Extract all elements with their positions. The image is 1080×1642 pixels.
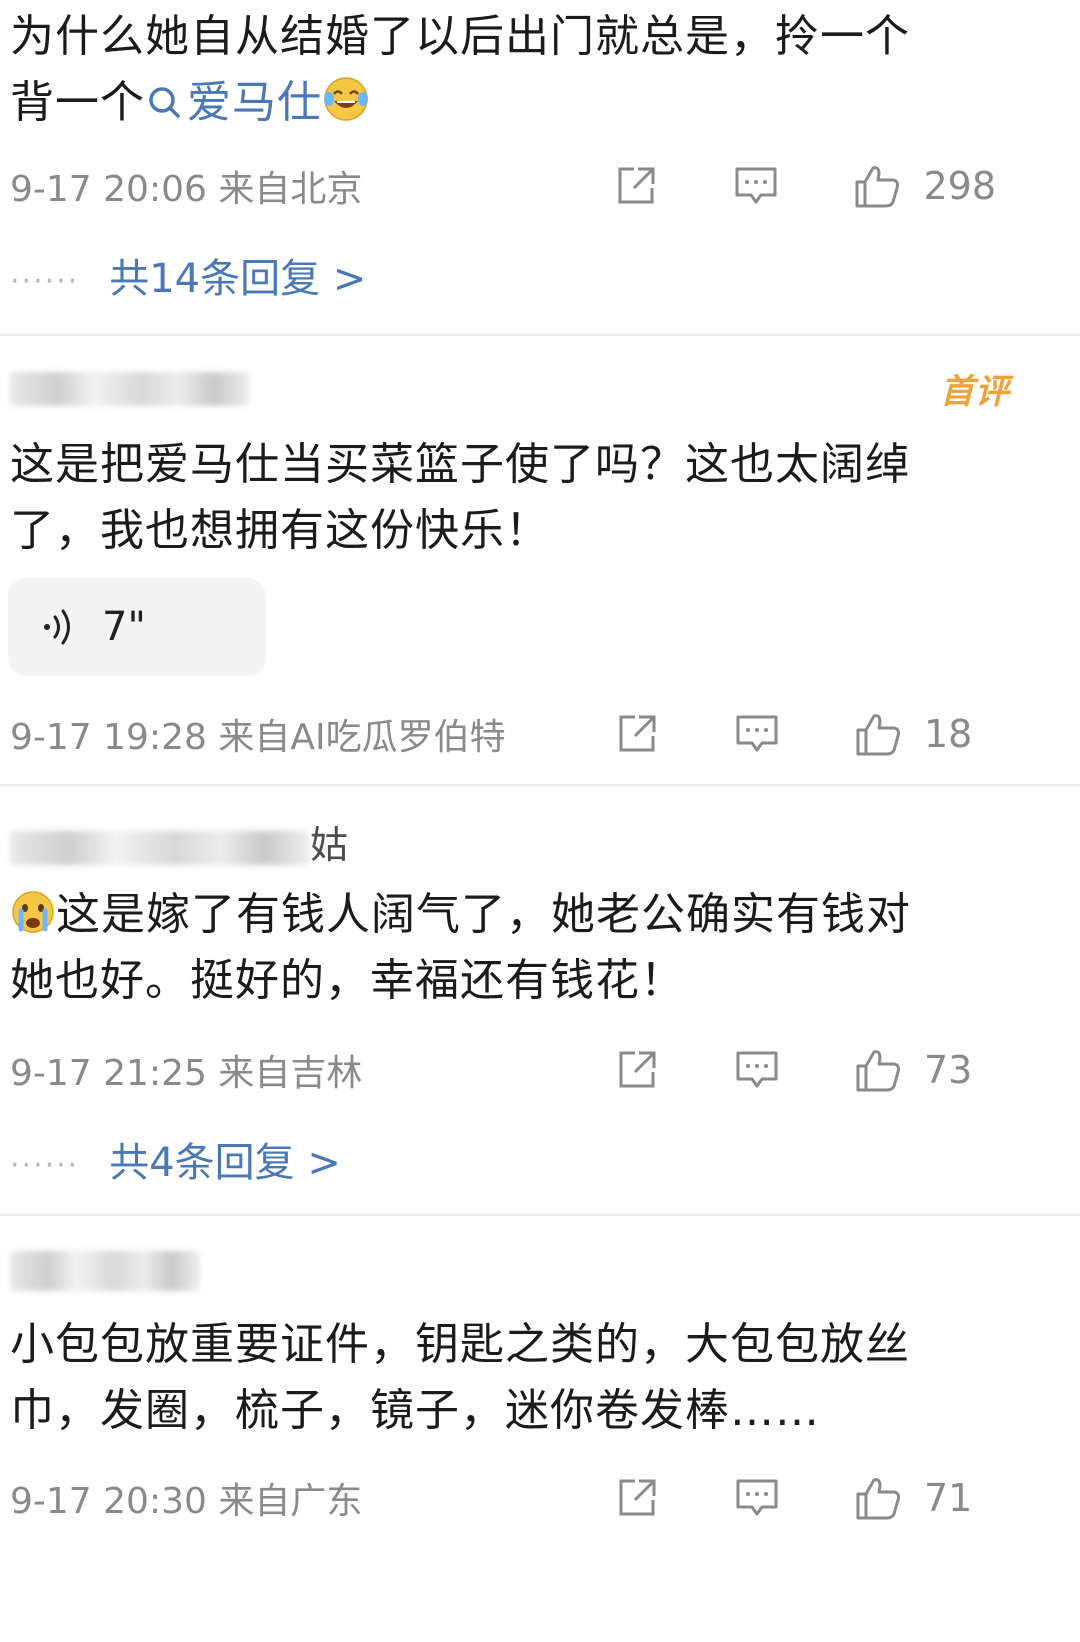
comment-icon — [736, 715, 778, 752]
comment-line: 这是把爱马仕当买菜篮子使了吗？这也太阔绰 — [10, 439, 910, 490]
comment-text: 为什么她自从结婚了以后出门就总是，拎一个 背一个 爱马仕 — [10, 4, 1010, 136]
username[interactable] — [10, 364, 250, 408]
thumbs-up-icon — [856, 1050, 900, 1092]
username-visible-char: 姑 — [310, 823, 349, 867]
share-icon — [619, 1479, 656, 1516]
like-count: 73 — [924, 1048, 973, 1092]
comment-line: 背一个 — [10, 77, 145, 128]
view-replies-link[interactable]: ······ 共14条回复 > — [10, 246, 366, 304]
comment-line: 了，我也想拥有这份快乐！ — [10, 505, 550, 556]
share-button[interactable] — [614, 1475, 660, 1521]
crying-face-emoji-icon — [12, 891, 54, 933]
comment-text: 小包包放重要证件，钥匙之类的，大包包放丝 巾，发圈，梳子，镜子，迷你卷发棒…… — [10, 1312, 1010, 1444]
reply-dots: ······ — [10, 263, 80, 299]
comment-line: 为什么她自从结婚了以后出门就总是，拎一个 — [10, 11, 910, 62]
like-button[interactable]: 18 — [854, 710, 996, 758]
replies-label: 共4条回复 > — [109, 1140, 341, 1186]
share-icon — [619, 715, 656, 752]
comment-actions: 18 — [614, 706, 996, 762]
like-count: 18 — [924, 712, 973, 756]
topic-link[interactable]: 爱马仕 — [145, 77, 322, 128]
username[interactable]: 姑 — [10, 814, 348, 869]
like-count: 298 — [923, 164, 996, 208]
voice-duration: 7" — [102, 604, 146, 650]
username[interactable] — [10, 1246, 200, 1291]
first-comment-badge: 首评 — [940, 372, 1010, 412]
comment-icon — [735, 167, 777, 204]
view-replies-link[interactable]: ······ 共4条回复 > — [10, 1130, 341, 1188]
share-icon — [619, 1051, 656, 1088]
comment-actions: 71 — [614, 1470, 996, 1526]
comment-meta: 9-17 19:28 来自AI吃瓜罗伯特 — [10, 717, 506, 758]
comment-line: 小包包放重要证件，钥匙之类的，大包包放丝 — [10, 1319, 910, 1370]
thumbs-up-icon — [855, 166, 900, 208]
like-button[interactable]: 71 — [854, 1474, 996, 1522]
comment-line: 这是嫁了有钱人阔气了，她老公确实有钱对 — [56, 889, 911, 940]
comment-meta: 9-17 20:30 来自广东 — [10, 1481, 363, 1522]
replies-label: 共14条回复 > — [109, 256, 367, 302]
reply-button[interactable] — [734, 1475, 780, 1521]
comment-line: 她也好。挺好的，幸福还有钱花！ — [10, 955, 685, 1006]
comment-icon — [736, 1479, 778, 1516]
reply-button[interactable] — [733, 163, 779, 209]
share-icon — [618, 167, 655, 204]
audio-wave-icon — [44, 609, 70, 645]
comment-meta: 9-17 21:25 来自吉林 — [10, 1053, 363, 1094]
thumbs-up-icon — [856, 714, 900, 756]
share-button[interactable] — [613, 163, 659, 209]
comment-1: 为什么她自从结婚了以后出门就总是，拎一个 背一个 爱马仕 9-17 20:06 来… — [0, 0, 1080, 330]
comment-text: 这是把爱马仕当买菜篮子使了吗？这也太阔绰 了，我也想拥有这份快乐！ — [10, 432, 1010, 564]
reply-button[interactable] — [734, 1047, 780, 1093]
comment-meta: 9-17 20:06 来自北京 — [10, 169, 363, 210]
comment-text: 这是嫁了有钱人阔气了，她老公确实有钱对 她也好。挺好的，幸福还有钱花！ — [10, 882, 1010, 1014]
comment-4: 小包包放重要证件，钥匙之类的，大包包放丝 巾，发圈，梳子，镜子，迷你卷发棒…… … — [0, 1216, 1080, 1642]
share-button[interactable] — [614, 1047, 660, 1093]
username-blurred — [10, 371, 250, 406]
reply-dots: ······ — [10, 1147, 80, 1183]
comment-3: 姑 这是嫁了有钱人阔气了，她老公确实有钱对 她也好。挺好的，幸福还有钱花！ 9-… — [0, 786, 1080, 1212]
username-blurred — [10, 1250, 200, 1291]
comment-icon — [736, 1051, 778, 1088]
share-button[interactable] — [614, 711, 660, 757]
like-button[interactable]: 298 — [853, 162, 996, 210]
like-button[interactable]: 73 — [854, 1046, 996, 1094]
comment-actions: 298 — [613, 158, 996, 214]
voice-message[interactable]: 7" — [8, 578, 266, 676]
comment-line: 巾，发圈，梳子，镜子，迷你卷发棒…… — [10, 1385, 820, 1436]
comment-actions: 73 — [614, 1042, 996, 1098]
like-count: 71 — [924, 1476, 973, 1520]
reply-button[interactable] — [734, 711, 780, 757]
topic-link-label: 爱马仕 — [187, 77, 322, 128]
comment-2: 首评 这是把爱马仕当买菜篮子使了吗？这也太阔绰 了，我也想拥有这份快乐！ 7" … — [0, 336, 1080, 784]
username-blurred — [10, 830, 310, 865]
laughing-tears-emoji-icon — [324, 77, 368, 121]
thumbs-up-icon — [856, 1478, 900, 1520]
search-icon — [149, 87, 180, 118]
